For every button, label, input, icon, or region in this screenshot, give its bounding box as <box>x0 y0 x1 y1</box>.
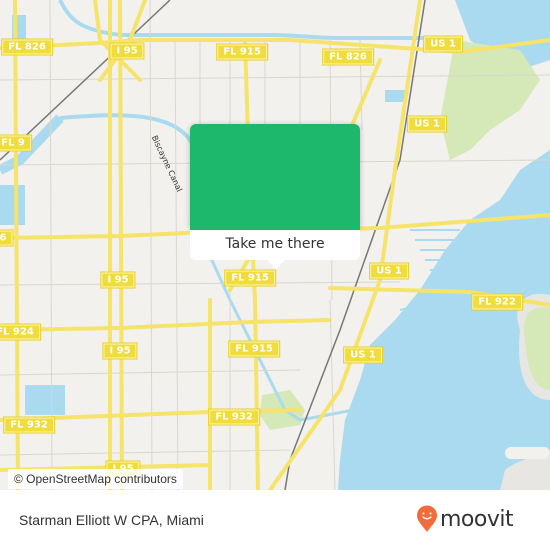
road-shield: FL 922 <box>471 293 523 311</box>
footer: Starman Elliott W CPA, Miami moovit <box>0 490 550 550</box>
lake-2 <box>0 185 25 225</box>
road-shield: FL 924 <box>0 323 41 341</box>
road-shield: FL 826 <box>1 38 53 56</box>
road-shield: FL 915 <box>228 340 280 358</box>
road-shield: US 1 <box>369 262 409 280</box>
park-north <box>440 40 540 160</box>
moovit-logo[interactable]: moovit <box>416 504 514 534</box>
moovit-wordmark: moovit <box>440 506 514 532</box>
map-attribution[interactable]: © OpenStreetMap contributors <box>8 469 183 489</box>
road-shield: I 95 <box>109 42 145 60</box>
place-name: Starman Elliott W CPA, Miami <box>19 512 204 528</box>
road-shield: US 1 <box>407 115 447 133</box>
road-shield: US 1 <box>343 346 383 364</box>
road-shield: FL 932 <box>3 416 55 434</box>
moovit-pin-icon <box>417 505 437 532</box>
road-shield: I 95 <box>100 271 136 289</box>
road-shield: I 95 <box>102 342 138 360</box>
road-shield: FL 9 <box>0 134 32 152</box>
take-me-there-button[interactable]: Take me there <box>190 230 360 260</box>
lake-4 <box>385 90 405 102</box>
biscayne-canal <box>59 113 212 201</box>
road-shield: FL 932 <box>208 408 260 426</box>
map-canvas[interactable]: Biscayne Canal FL 826 I 95 FL 915 FL 826… <box>0 0 550 490</box>
road-shield: 6 <box>0 229 14 247</box>
location-popup: Take me there <box>190 124 360 269</box>
road-shield: FL 826 <box>322 48 374 66</box>
road-shield: US 1 <box>423 35 463 53</box>
popup-pointer <box>267 260 285 269</box>
road-shield: FL 915 <box>216 43 268 61</box>
lake-3 <box>25 385 65 415</box>
popup-header <box>190 124 360 230</box>
island-strip <box>505 447 550 459</box>
road-shield: FL 915 <box>224 269 276 287</box>
